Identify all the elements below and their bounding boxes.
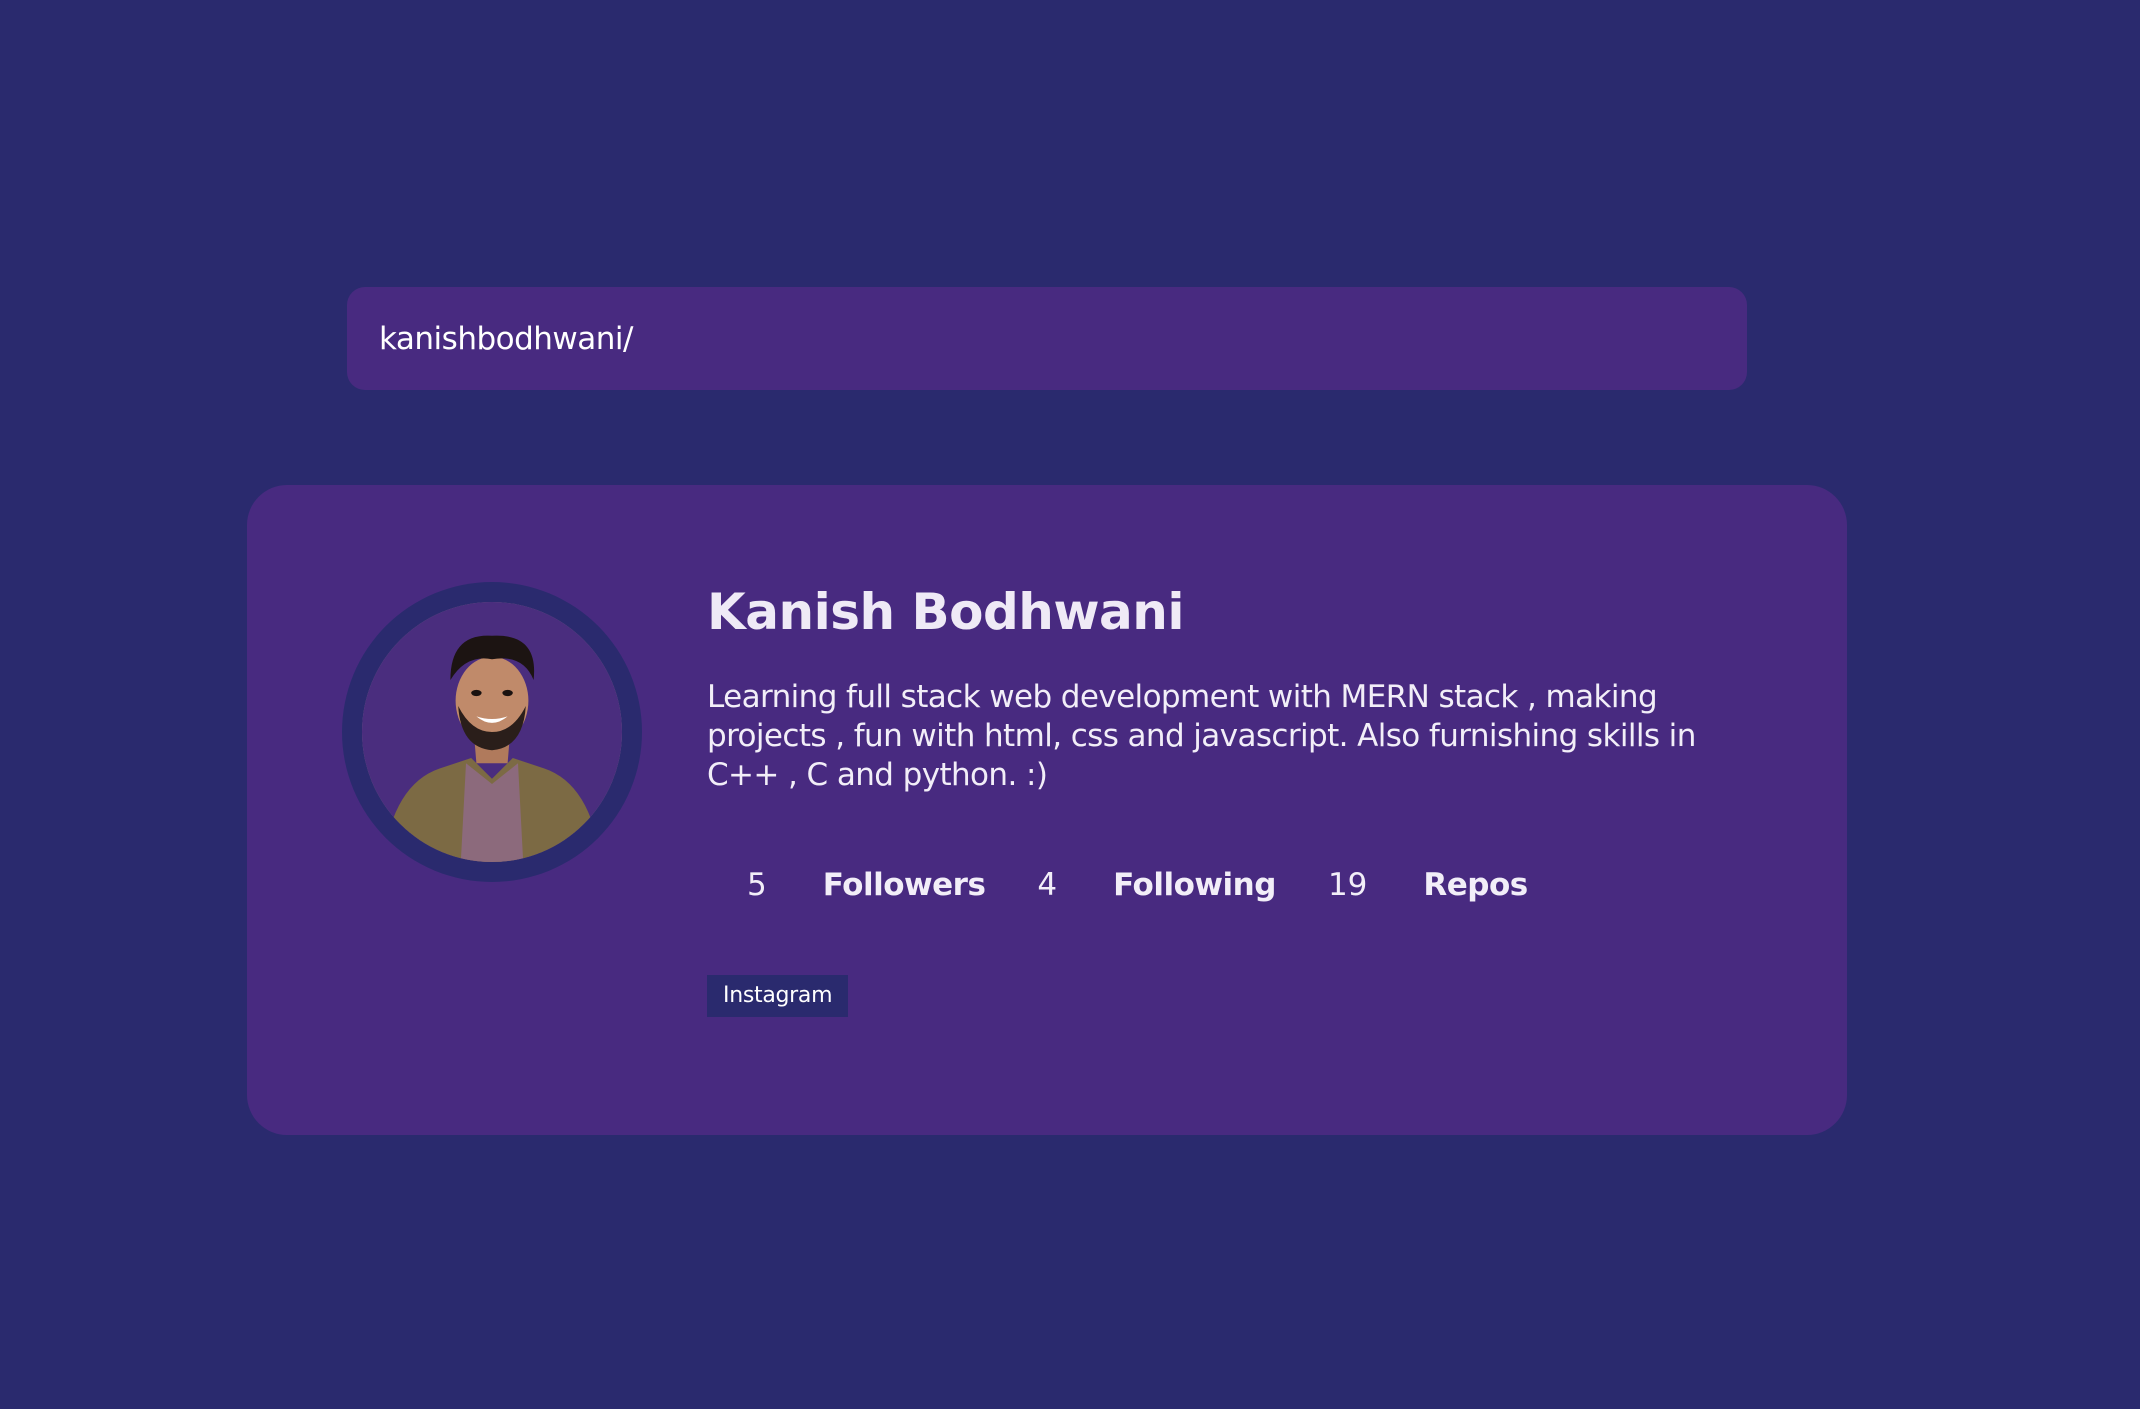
avatar-photo <box>362 602 622 862</box>
search-bar <box>347 287 1747 390</box>
profile-name: Kanish Bodhwani <box>707 583 1185 641</box>
profile-stats: 5 Followers 4 Following 19 Repos <box>707 867 1767 903</box>
followers-count: 5 <box>747 867 767 903</box>
instagram-link[interactable]: Instagram <box>707 975 849 1017</box>
avatar-ring <box>342 582 642 882</box>
search-input[interactable] <box>379 320 1715 357</box>
following-label: Following <box>1113 867 1276 903</box>
profile-info: Kanish Bodhwani Learning full stack web … <box>707 582 1767 1017</box>
profile-card: Kanish Bodhwani Learning full stack web … <box>247 485 1847 1135</box>
profile-bio: Learning full stack web development with… <box>707 679 1696 793</box>
profile-links: Instagram <box>707 975 1767 1017</box>
repos-label: Repos <box>1423 867 1528 903</box>
repos-count: 19 <box>1327 867 1368 903</box>
avatar <box>362 602 622 862</box>
following-count: 4 <box>1037 867 1058 903</box>
followers-label: Followers <box>822 867 986 903</box>
